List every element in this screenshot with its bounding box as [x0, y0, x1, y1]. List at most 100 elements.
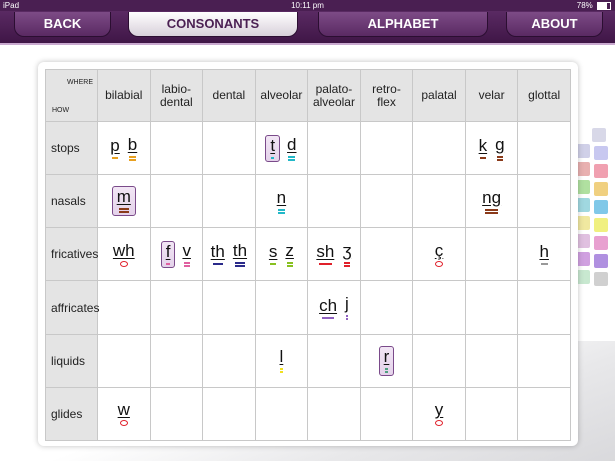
- cell-stops-dental: [202, 120, 256, 176]
- color-bar: [540, 263, 548, 266]
- cell-nasals-retroflex: [359, 174, 414, 229]
- cell-stops-palato-alveolar: [307, 120, 361, 176]
- cell-stops-labio-dental: [149, 120, 204, 176]
- cell-affricates-palatal: [412, 280, 466, 335]
- phoneme-symbol: ng: [482, 187, 502, 207]
- consonant-chart: WHERE HOW bilabial labio-dental dental a…: [45, 69, 571, 442]
- table-row: stops p b t d k g: [45, 120, 571, 176]
- cell-stops-velar: kg: [464, 120, 519, 176]
- cell-affricates-velar: [464, 280, 519, 335]
- cell-nasals-palato-alveolar: [307, 174, 361, 229]
- consonant-chart-card: WHERE HOW bilabial labio-dental dental a…: [38, 62, 578, 446]
- cell-stops-retroflex: [359, 120, 414, 176]
- row-header-fricatives: fricatives: [45, 227, 98, 282]
- tab-consonants[interactable]: CONSONANTS: [128, 12, 298, 37]
- where-label: WHERE: [66, 79, 93, 86]
- color-bar: [234, 261, 245, 264]
- column-header-palato-alveolar: palato-alveolar: [307, 69, 361, 122]
- cell-affricates-palato-alveolar: ch j: [307, 280, 361, 335]
- phoneme-symbol: v: [182, 240, 191, 260]
- phoneme-symbol: s: [268, 242, 278, 262]
- table-row: affricates ch j: [45, 280, 571, 335]
- column-header-velar: velar: [464, 69, 519, 122]
- cell-glides-labio-dental: [149, 386, 204, 442]
- clock: 10:11 pm: [291, 1, 324, 10]
- cell-affricates-alveolar: [254, 280, 309, 335]
- cell-stops-bilabial: pb: [97, 120, 151, 176]
- phoneme-button[interactable]: ch: [318, 295, 338, 319]
- phoneme-button[interactable]: b: [127, 135, 138, 161]
- phoneme-symbol: n: [276, 187, 287, 207]
- phoneme-button[interactable]: n: [276, 187, 287, 214]
- cell-affricates-glottal: [517, 280, 571, 335]
- phoneme-symbol: h: [539, 242, 549, 262]
- phoneme-button[interactable]: ç: [434, 240, 445, 267]
- cell-glides-dental: [202, 386, 256, 442]
- color-bar: [183, 261, 190, 264]
- phoneme-button[interactable]: ʒ: [341, 241, 352, 267]
- color-bar: [270, 263, 277, 266]
- cell-liquids-glottal: [517, 333, 571, 388]
- about-button[interactable]: ABOUT: [506, 12, 603, 37]
- color-bar: [118, 208, 129, 211]
- phoneme-button[interactable]: s: [268, 242, 279, 266]
- cell-nasals-bilabial: m: [97, 174, 151, 229]
- cell-liquids-bilabial: [97, 333, 151, 388]
- cell-fricatives-glottal: h: [517, 227, 571, 282]
- phoneme-button[interactable]: th: [232, 240, 248, 267]
- phoneme-button[interactable]: h: [538, 242, 549, 266]
- cell-affricates-dental: [202, 280, 256, 335]
- phoneme-symbol: w: [117, 400, 130, 420]
- cell-fricatives-palato-alveolar: sh ʒ: [307, 227, 361, 282]
- color-bar: [496, 155, 504, 158]
- tab-alphabet[interactable]: ALPHABET: [318, 12, 488, 37]
- cell-glides-glottal: [517, 386, 571, 442]
- phoneme-button[interactable]: r: [378, 345, 395, 376]
- phoneme-button[interactable]: z: [284, 241, 295, 267]
- phoneme-button[interactable]: y: [434, 401, 445, 427]
- phoneme-button[interactable]: th: [210, 242, 226, 266]
- phoneme-button[interactable]: j: [344, 294, 350, 321]
- phoneme-button[interactable]: p: [109, 136, 120, 160]
- phoneme-button[interactable]: l: [279, 347, 285, 374]
- cell-fricatives-alveolar: sz: [254, 227, 309, 282]
- phoneme-symbol: th: [232, 240, 248, 260]
- phoneme-symbol: f: [165, 241, 171, 261]
- phoneme-button[interactable]: t: [265, 134, 281, 162]
- battery-icon: [597, 1, 611, 10]
- color-bar: [271, 156, 275, 159]
- cell-stops-glottal: [517, 120, 571, 176]
- voiced-bar: [345, 318, 349, 321]
- phoneme-button[interactable]: k: [478, 137, 489, 160]
- cell-nasals-labio-dental: [149, 174, 204, 229]
- phoneme-symbol: ç: [434, 240, 444, 260]
- voiceless-marker-icon: [119, 420, 128, 427]
- phoneme-symbol: th: [210, 242, 225, 262]
- phoneme-symbol: p: [110, 136, 120, 156]
- phoneme-button[interactable]: v: [181, 240, 192, 267]
- phoneme-button[interactable]: ng: [481, 187, 502, 214]
- cell-liquids-dental: [202, 333, 256, 388]
- column-header-dental: dental: [202, 69, 256, 122]
- cell-liquids-palato-alveolar: [307, 333, 361, 388]
- back-button[interactable]: BACK: [14, 12, 111, 37]
- phoneme-button[interactable]: f: [160, 240, 176, 268]
- cell-stops-alveolar: td: [254, 120, 309, 176]
- phoneme-button[interactable]: g: [494, 135, 505, 161]
- color-bar: [321, 316, 335, 319]
- phoneme-symbol: l: [279, 347, 284, 367]
- cell-fricatives-bilabial: wh: [97, 227, 151, 282]
- phoneme-button[interactable]: sh: [315, 242, 335, 266]
- phoneme-button[interactable]: d: [286, 135, 297, 161]
- phoneme-symbol: ch: [319, 295, 338, 315]
- phoneme-symbol: j: [345, 294, 349, 314]
- cell-affricates-labio-dental: [149, 280, 204, 335]
- cell-liquids-retroflex: r: [359, 333, 414, 388]
- cell-fricatives-retroflex: [359, 227, 414, 282]
- voiced-bar: [484, 211, 499, 214]
- phoneme-button[interactable]: m: [111, 186, 136, 217]
- phoneme-button[interactable]: w: [117, 400, 131, 427]
- column-header-glottal: glottal: [517, 69, 571, 122]
- phoneme-symbol: sh: [316, 242, 335, 262]
- phoneme-button[interactable]: wh: [112, 241, 136, 267]
